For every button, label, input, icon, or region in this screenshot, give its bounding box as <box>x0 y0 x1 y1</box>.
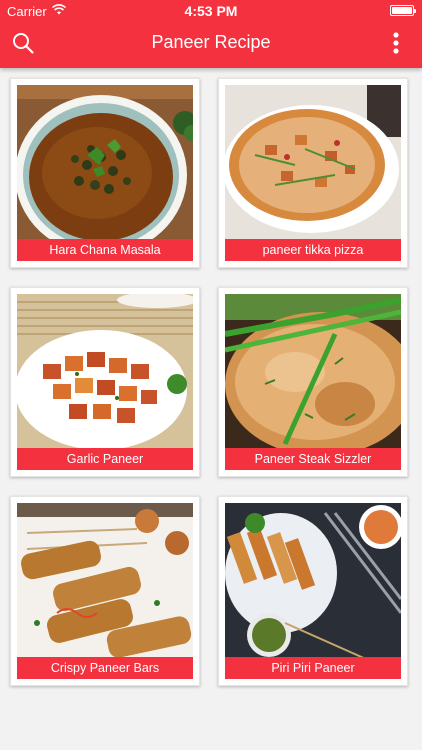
recipe-image-paneer-steak-sizzler <box>225 294 401 454</box>
recipe-title: Hara Chana Masala <box>17 239 193 261</box>
recipe-card[interactable]: paneer tikka pizza <box>218 78 408 268</box>
more-vertical-icon[interactable] <box>387 30 405 56</box>
recipe-title: Garlic Paneer <box>17 448 193 470</box>
battery-icon <box>390 5 416 16</box>
status-bar: Carrier 4:53 PM <box>0 0 422 22</box>
recipe-image-hara-chana-masala <box>17 85 193 245</box>
recipe-title: paneer tikka pizza <box>225 239 401 261</box>
app-header: Carrier 4:53 PM Paneer Recipe <box>0 0 422 68</box>
recipe-card[interactable]: Hara Chana Masala <box>10 78 200 268</box>
recipe-image-piri-piri-paneer <box>225 503 401 663</box>
recipe-image-crispy-paneer-bars <box>17 503 193 663</box>
status-time: 4:53 PM <box>184 3 238 19</box>
recipe-title: Paneer Steak Sizzler <box>225 448 401 470</box>
recipe-card[interactable]: Crispy Paneer Bars <box>10 496 200 686</box>
recipe-title: Piri Piri Paneer <box>225 657 401 679</box>
page-title: Paneer Recipe <box>151 32 271 52</box>
recipe-card[interactable]: Piri Piri Paneer <box>218 496 408 686</box>
recipe-image-garlic-paneer <box>17 294 193 454</box>
recipe-image-paneer-tikka-pizza <box>225 85 401 245</box>
recipe-card[interactable]: Paneer Steak Sizzler <box>218 287 408 477</box>
recipe-title: Crispy Paneer Bars <box>17 657 193 679</box>
recipe-card[interactable]: Garlic Paneer <box>10 287 200 477</box>
